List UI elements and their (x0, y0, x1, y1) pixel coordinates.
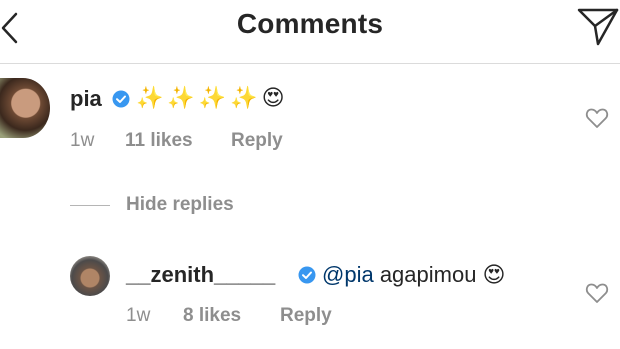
header-bar: Comments (0, 0, 620, 64)
share-button[interactable] (576, 4, 620, 46)
heart-icon (585, 108, 609, 128)
reply-message: agapimou 😍 (373, 262, 506, 287)
hide-replies-button[interactable]: Hide replies (126, 194, 234, 216)
comment-reply-button[interactable]: Reply (231, 130, 283, 152)
reply-text: @pia agapimou 😍 (322, 262, 506, 288)
comment-like-button[interactable] (585, 107, 609, 129)
comment-text: ✨✨✨✨😍 (136, 85, 289, 110)
comment-timestamp: 1w (70, 130, 95, 151)
paper-plane-icon (577, 8, 619, 46)
reply-timestamp: 1w (126, 305, 151, 326)
mention-link[interactable]: @pia (322, 262, 374, 287)
comment-likes[interactable]: 11 likes (125, 130, 193, 152)
comment-username[interactable]: pia (70, 86, 102, 112)
verified-badge-icon (298, 266, 316, 284)
reply-likes[interactable]: 8 likes (183, 305, 241, 327)
reply-username[interactable]: __zenith_____ (126, 262, 275, 288)
avatar[interactable] (0, 78, 50, 138)
reply-reply-button[interactable]: Reply (280, 305, 332, 327)
page-title: Comments (236, 8, 384, 39)
reply-like-button[interactable] (585, 282, 609, 304)
verified-badge-icon (112, 90, 130, 108)
avatar[interactable] (70, 256, 110, 296)
divider (70, 205, 110, 206)
heart-icon (585, 283, 609, 303)
